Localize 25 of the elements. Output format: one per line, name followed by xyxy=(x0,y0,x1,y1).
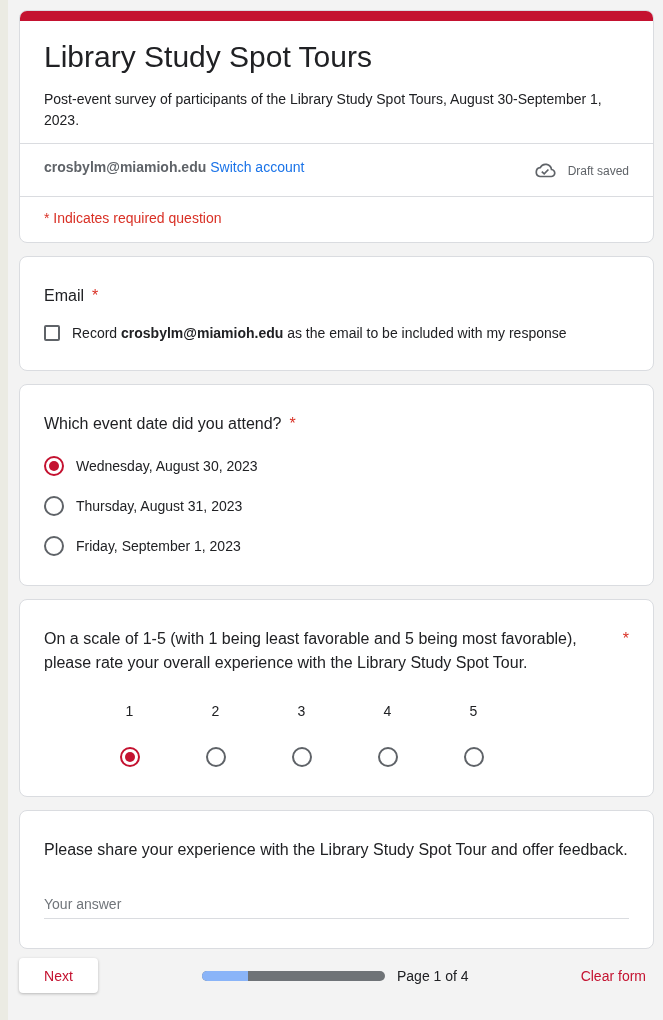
scale-label: 3 xyxy=(297,703,306,719)
account-email: crosbylm@miamioh.edu xyxy=(44,159,207,175)
option-label: Friday, September 1, 2023 xyxy=(76,538,241,554)
form-description: Post-event survey of participants of the Library Study Spot Tours, August 30-September 1, 2023. xyxy=(44,90,603,130)
question-title: On a scale of 1-5 (with 1 being least favorable and 5 being most favorable), please rate your overall experience with the Library Study Spot Tour. xyxy=(44,629,578,673)
option-label: Wednesday, August 30, 2023 xyxy=(76,458,258,474)
required-asterisk: * xyxy=(92,286,99,306)
question-title: Please share your experience with the Library Study Spot Tour and offer feedback. xyxy=(44,840,628,860)
page-indicator: Page 1 of 4 xyxy=(397,967,469,984)
question-title: Which event date did you attend? xyxy=(44,414,282,434)
scale-label: 1 xyxy=(125,703,134,719)
scale-label: 2 xyxy=(211,703,220,719)
required-note: * Indicates required question xyxy=(20,196,653,242)
scale-label: 4 xyxy=(383,703,392,719)
option-label: Thursday, August 31, 2023 xyxy=(76,498,243,514)
scale-label: 5 xyxy=(469,703,478,719)
required-asterisk: * xyxy=(289,414,296,434)
checkbox-label: Record crosbylm@miamioh.edu as the email to be included with my response xyxy=(72,325,567,341)
clear-form-button[interactable]: Clear form xyxy=(580,967,654,984)
switch-account-link[interactable]: Switch account xyxy=(210,159,305,175)
next-button[interactable]: Next xyxy=(19,958,98,993)
question-title: Email xyxy=(44,286,84,306)
form-title: Library Study Spot Tours xyxy=(44,39,373,75)
required-asterisk: * xyxy=(622,629,629,649)
draft-status: Draft saved xyxy=(567,164,629,178)
